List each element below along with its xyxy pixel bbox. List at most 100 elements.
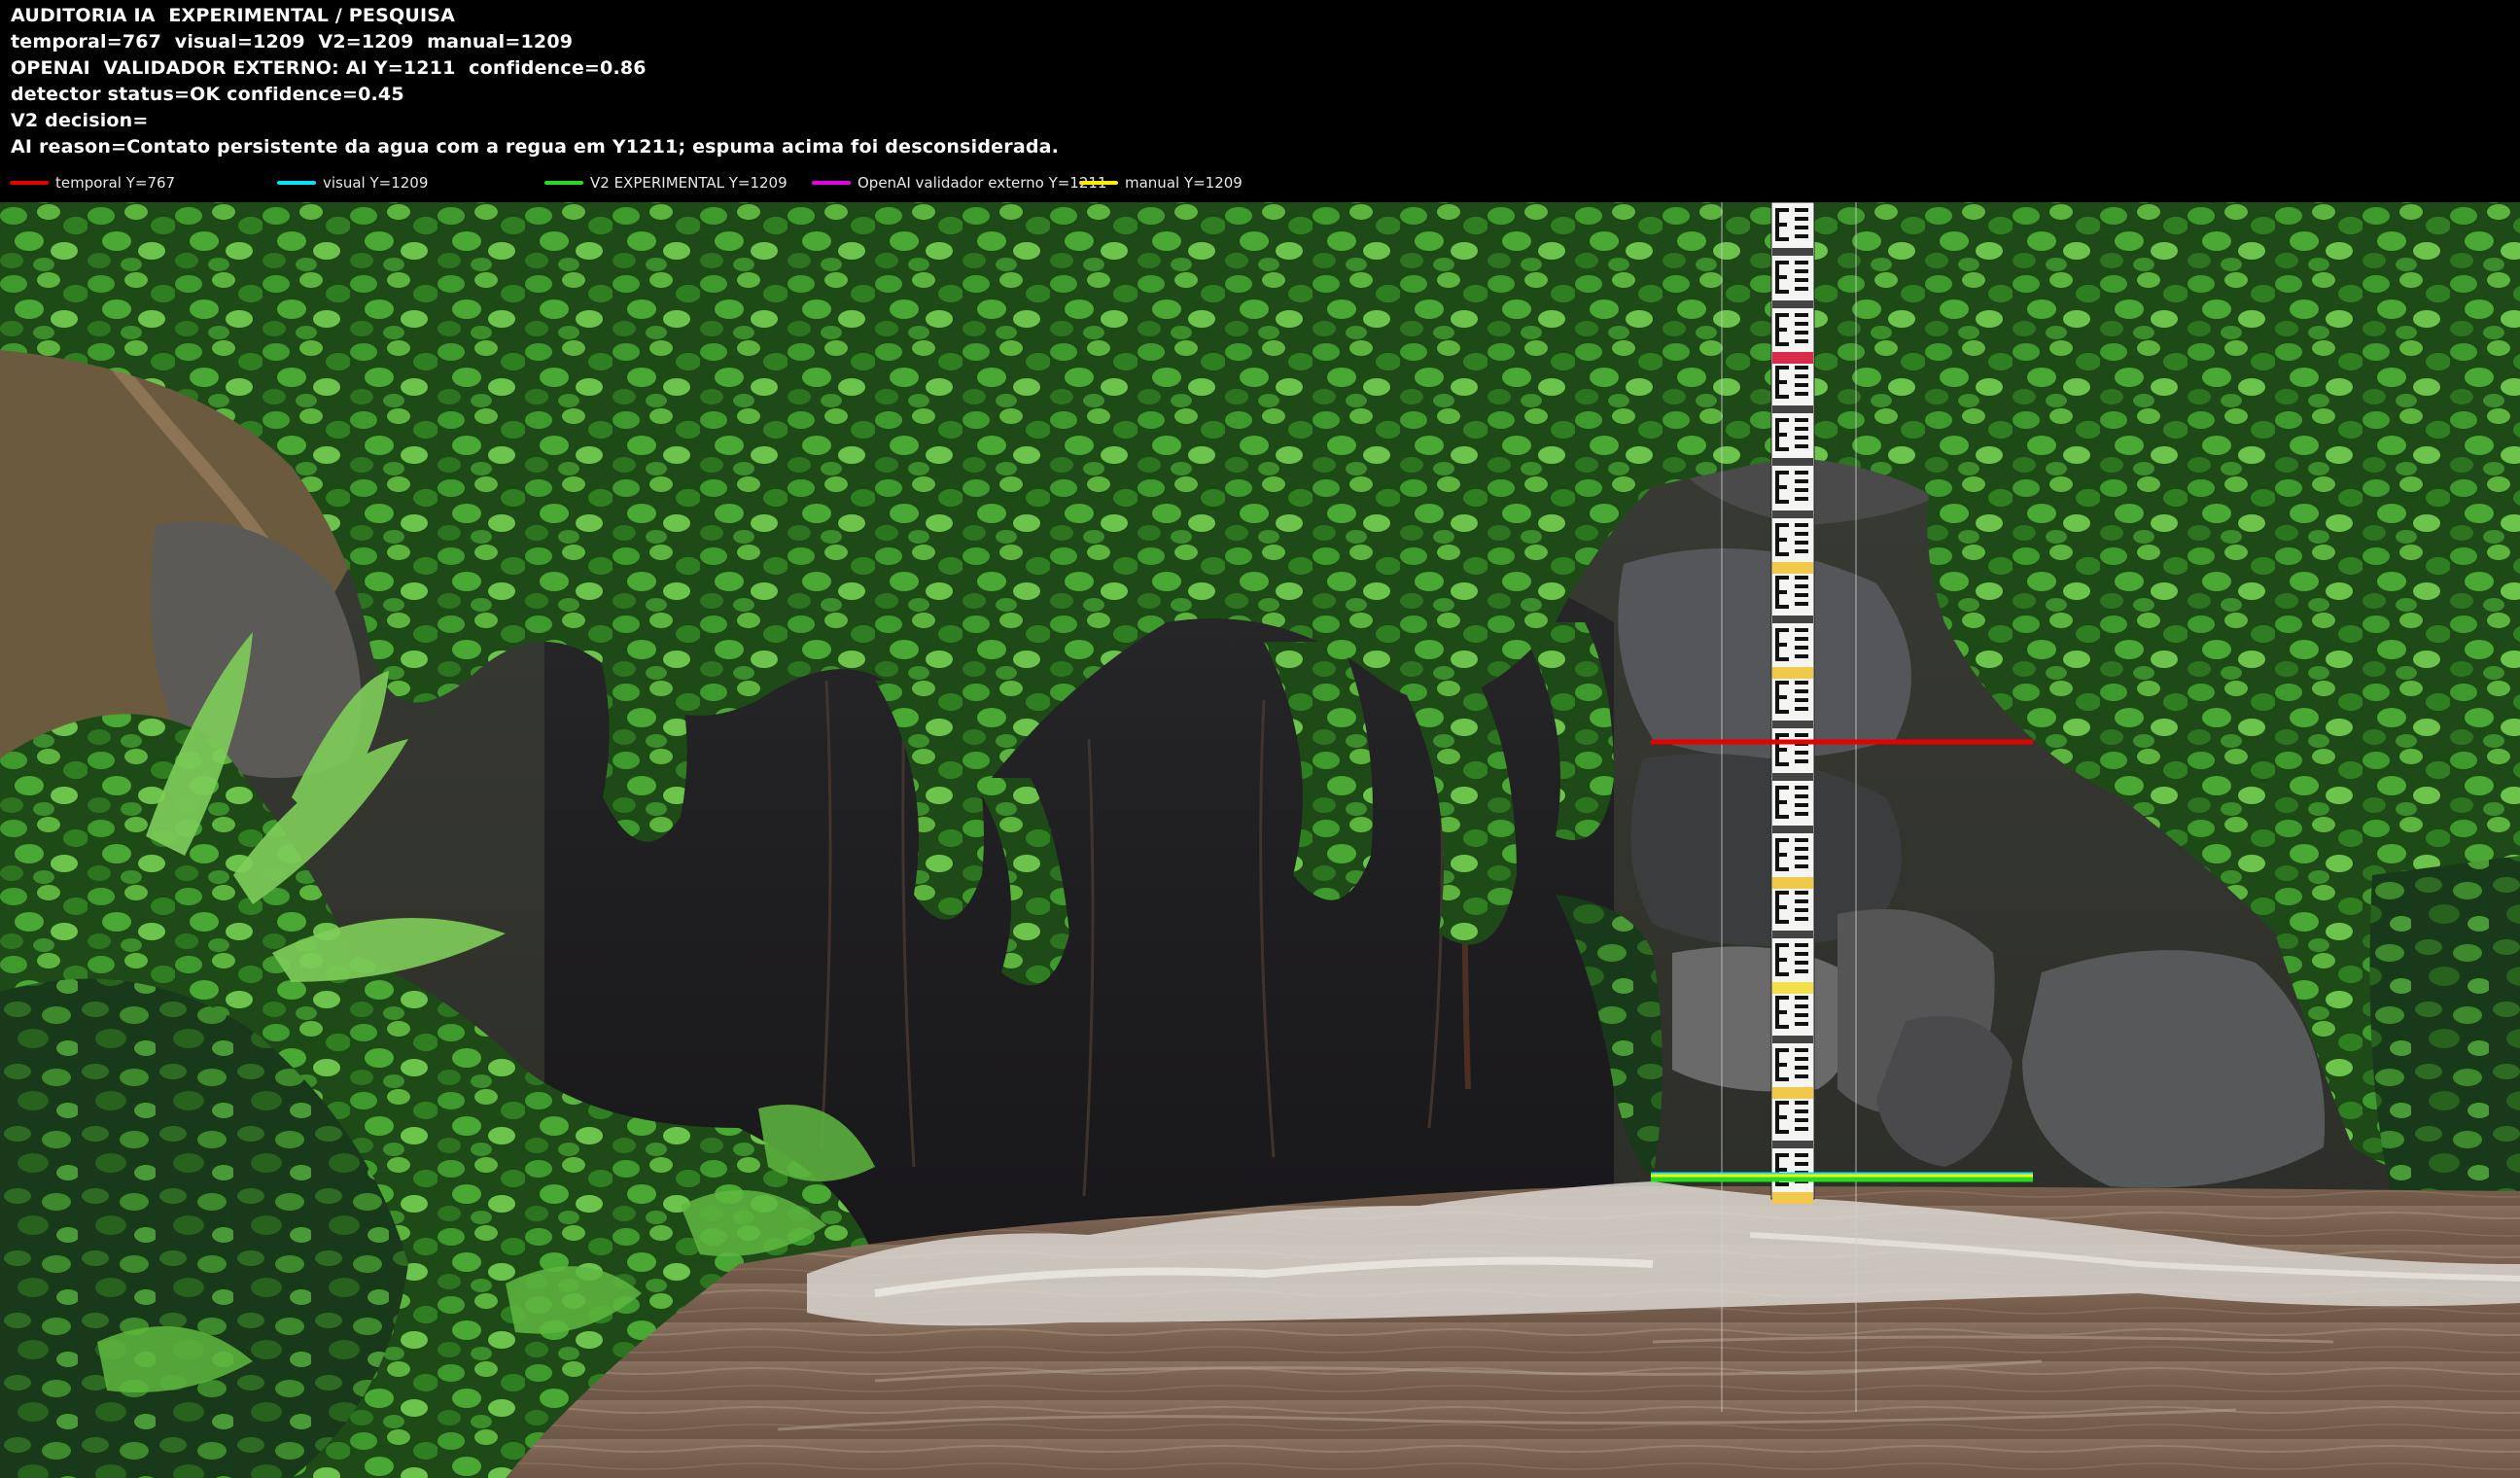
staff-tick bbox=[1795, 794, 1808, 798]
staff-tick bbox=[1795, 1004, 1808, 1008]
staff-tick bbox=[1795, 208, 1808, 212]
staff-tick bbox=[1795, 838, 1808, 842]
legend-item-manual: manual Y=1209 bbox=[1079, 171, 1242, 194]
legend-item-v2: V2 EXPERIMENTAL Y=1209 bbox=[544, 171, 788, 194]
staff-color-band bbox=[1772, 667, 1813, 679]
staff-color-band bbox=[1772, 1087, 1813, 1099]
staff-tick bbox=[1795, 339, 1808, 343]
staff-tick bbox=[1795, 383, 1808, 387]
scene-svg bbox=[0, 202, 2520, 1478]
staff-tick bbox=[1795, 628, 1808, 632]
header-title: AUDITORIA IA EXPERIMENTAL / PESQUISA bbox=[11, 5, 456, 26]
boulder-mid bbox=[1618, 548, 1911, 758]
staff-tick bbox=[1795, 1074, 1808, 1078]
staff-tick bbox=[1795, 576, 1808, 580]
staff-tick bbox=[1795, 646, 1808, 650]
staff-dark-band bbox=[1772, 248, 1813, 256]
staff-color-band bbox=[1772, 1192, 1813, 1204]
staff-tick bbox=[1795, 856, 1808, 860]
legend-swatch-openai bbox=[812, 181, 851, 185]
staff-tick bbox=[1795, 602, 1808, 606]
river-scene bbox=[0, 202, 2520, 1478]
staff-tick bbox=[1795, 1013, 1808, 1017]
staff-tick bbox=[1795, 698, 1808, 702]
staff-tick bbox=[1795, 864, 1808, 868]
staff-dark-band bbox=[1772, 826, 1813, 833]
staff-tick bbox=[1795, 278, 1808, 282]
staff-tick bbox=[1795, 803, 1808, 807]
staff-tick bbox=[1795, 532, 1808, 536]
staff-tick bbox=[1795, 234, 1808, 238]
staff-tick bbox=[1795, 707, 1808, 711]
staff-tick bbox=[1795, 366, 1808, 370]
staff-dark-band bbox=[1772, 721, 1813, 728]
staff-tick bbox=[1795, 1118, 1808, 1122]
staff-tick bbox=[1795, 899, 1808, 903]
staff-tick bbox=[1795, 996, 1808, 1000]
staff-tick bbox=[1795, 969, 1808, 973]
staff-tick bbox=[1795, 471, 1808, 475]
header-ai-reason: AI reason=Contato persistente da agua co… bbox=[11, 136, 1060, 158]
staff-tick bbox=[1795, 261, 1808, 264]
staff-dark-band bbox=[1772, 773, 1813, 781]
staff-tick bbox=[1795, 392, 1808, 396]
staff-tick bbox=[1795, 847, 1808, 851]
staff-color-band bbox=[1772, 877, 1813, 889]
staff-tick bbox=[1795, 1057, 1808, 1061]
staff-tick bbox=[1795, 444, 1808, 448]
staff-tick bbox=[1795, 331, 1808, 334]
staff-tick bbox=[1795, 943, 1808, 947]
staff-tick bbox=[1795, 812, 1808, 816]
staff-color-band bbox=[1772, 562, 1813, 574]
staff-color-band bbox=[1772, 982, 1813, 994]
staff-dark-band bbox=[1772, 616, 1813, 623]
staff-tick bbox=[1795, 313, 1808, 317]
staff-tick bbox=[1795, 523, 1808, 527]
header-openai-validator: OPENAI VALIDADOR EXTERNO: AI Y=1211 conf… bbox=[11, 57, 647, 79]
camera-frame: AUDITORIA IA EXPERIMENTAL / PESQUISA tem… bbox=[0, 0, 2520, 1478]
legend: temporal Y=767 visual Y=1209 V2 EXPERIME… bbox=[0, 171, 2520, 194]
staff-dark-band bbox=[1772, 300, 1813, 308]
staff-tick bbox=[1795, 1109, 1808, 1113]
legend-item-temporal: temporal Y=767 bbox=[10, 171, 175, 194]
staff-tick bbox=[1795, 908, 1808, 912]
staff-tick bbox=[1795, 541, 1808, 545]
staff-tick bbox=[1795, 759, 1808, 763]
legend-swatch-visual bbox=[277, 181, 316, 185]
staff-tick bbox=[1795, 217, 1808, 221]
staff-tick bbox=[1795, 681, 1808, 685]
legend-item-openai: OpenAI validador externo Y=1211 bbox=[812, 171, 1106, 194]
legend-item-visual: visual Y=1209 bbox=[277, 171, 428, 194]
legend-label-manual: manual Y=1209 bbox=[1125, 174, 1242, 192]
staff-tick bbox=[1795, 961, 1808, 965]
staff-tick bbox=[1795, 1066, 1808, 1070]
staff-tick bbox=[1795, 427, 1808, 431]
staff-tick bbox=[1795, 436, 1808, 440]
staff-tick bbox=[1795, 479, 1808, 483]
staff-tick bbox=[1795, 374, 1808, 378]
staff-tick bbox=[1795, 952, 1808, 956]
staff-dark-band bbox=[1772, 405, 1813, 413]
staff-tick bbox=[1795, 891, 1808, 895]
staff-tick bbox=[1795, 287, 1808, 291]
legend-label-visual: visual Y=1209 bbox=[323, 174, 429, 192]
staff-tick bbox=[1795, 322, 1808, 326]
staff-tick bbox=[1795, 654, 1808, 658]
staff-tick bbox=[1795, 593, 1808, 597]
staff-dark-band bbox=[1772, 1036, 1813, 1043]
staff-tick bbox=[1795, 1162, 1808, 1166]
staff-tick bbox=[1795, 226, 1808, 229]
legend-swatch-v2 bbox=[544, 181, 583, 185]
staff-tick bbox=[1795, 488, 1808, 492]
legend-swatch-temporal bbox=[10, 181, 49, 185]
staff-tick bbox=[1795, 917, 1808, 921]
staff-tick bbox=[1795, 689, 1808, 693]
header-v2-decision: V2 decision= bbox=[11, 110, 149, 131]
staff-gauge bbox=[1770, 202, 1815, 1204]
staff-tick bbox=[1795, 1048, 1808, 1052]
legend-label-openai: OpenAI validador externo Y=1211 bbox=[858, 174, 1107, 192]
legend-swatch-manual bbox=[1079, 181, 1118, 185]
header-readings: temporal=767 visual=1209 V2=1209 manual=… bbox=[11, 31, 574, 53]
staff-dark-band bbox=[1772, 931, 1813, 938]
staff-tick bbox=[1795, 497, 1808, 501]
